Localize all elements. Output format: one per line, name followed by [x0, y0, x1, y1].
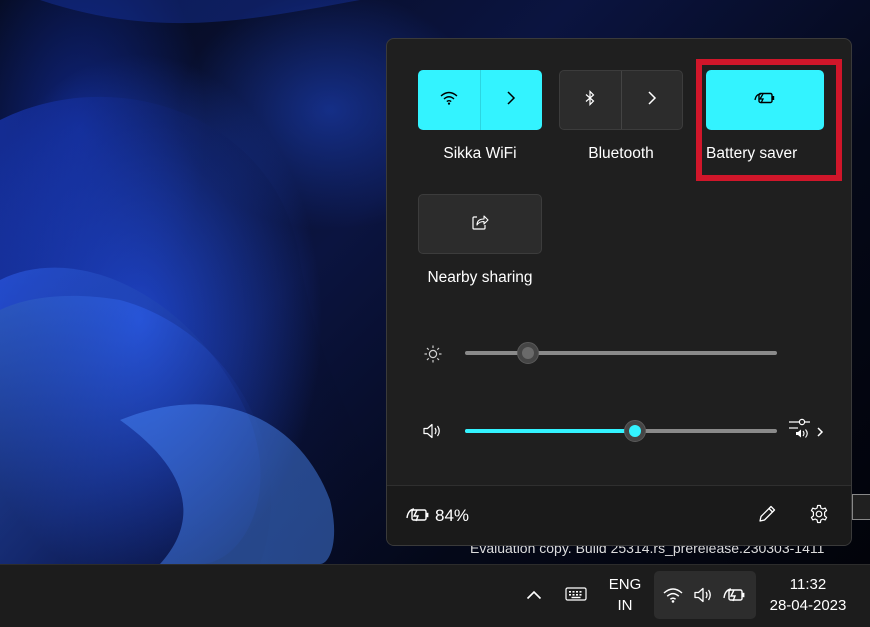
quick-settings-tray-button[interactable] — [654, 571, 756, 619]
wifi-tile-label: Sikka WiFi — [443, 145, 517, 162]
battery-charging-icon — [722, 585, 748, 605]
speaker-icon[interactable] — [421, 421, 443, 441]
share-icon — [471, 214, 489, 235]
pencil-icon — [757, 504, 777, 529]
volume-slider-fill — [465, 429, 635, 433]
volume-slider-thumb[interactable] — [624, 420, 646, 442]
brightness-icon — [423, 344, 443, 364]
wifi-icon — [662, 585, 684, 605]
annotation-highlight-box — [696, 59, 842, 181]
gear-icon — [809, 504, 829, 529]
bluetooth-toggle-button[interactable] — [560, 71, 621, 129]
bluetooth-tile-label: Bluetooth — [588, 145, 654, 162]
speaker-icon — [692, 585, 714, 605]
battery-charging-icon[interactable] — [405, 504, 433, 526]
nearby-sharing-tile-label: Nearby sharing — [427, 269, 533, 286]
brightness-slider-track[interactable] — [465, 351, 777, 355]
clock-date[interactable]: 28-04-2023 — [760, 596, 856, 616]
clock-time[interactable]: 11:32 — [760, 575, 856, 595]
touch-keyboard-button[interactable] — [563, 585, 589, 607]
chevron-right-icon — [647, 90, 657, 110]
bluetooth-icon — [584, 89, 596, 111]
wifi-toggle-button[interactable] — [418, 70, 480, 130]
wifi-icon — [440, 91, 458, 110]
quick-settings-panel: Sikka WiFi Bluetooth Battery saver Nearb… — [386, 38, 852, 546]
bluetooth-expand-button[interactable] — [622, 71, 683, 129]
chevron-up-icon — [526, 587, 542, 605]
wifi-tile — [418, 70, 542, 130]
taskbar: ENG IN 11:32 28-04-2023 — [0, 564, 870, 627]
audio-output-button[interactable] — [787, 418, 827, 445]
wifi-expand-button[interactable] — [481, 70, 543, 130]
language-region[interactable]: IN — [604, 596, 646, 616]
bluetooth-tile — [559, 70, 683, 130]
show-hidden-icons-button[interactable] — [522, 585, 546, 607]
nearby-sharing-tile[interactable] — [418, 194, 542, 254]
keyboard-icon — [565, 586, 587, 607]
battery-percentage[interactable]: 84% — [435, 505, 469, 527]
window-edge — [852, 494, 870, 520]
audio-output-icon — [788, 418, 826, 445]
quick-settings-footer: 84% — [387, 485, 851, 545]
chevron-right-icon — [506, 90, 516, 110]
brightness-slider-thumb[interactable] — [517, 342, 539, 364]
settings-button[interactable] — [807, 504, 831, 528]
language-code[interactable]: ENG — [604, 575, 646, 595]
edit-button[interactable] — [755, 504, 779, 528]
